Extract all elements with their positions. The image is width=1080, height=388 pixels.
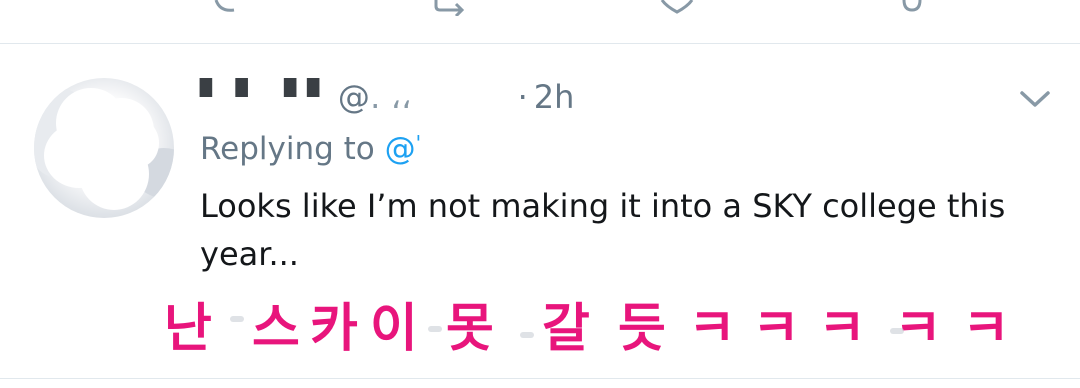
replying-to-label: Replying to xyxy=(200,131,375,167)
subtitle-char: ㅋ xyxy=(688,299,736,359)
tweet-timestamp[interactable]: 2h xyxy=(534,78,575,116)
subtitle-char: 듯 xyxy=(618,299,666,359)
reply-icon[interactable] xyxy=(212,0,252,16)
replying-to-handle-obscured: ' xyxy=(415,131,422,155)
subtitle-outline-speck xyxy=(230,316,244,322)
subtitle-outline-speck xyxy=(428,326,442,332)
tweet-divider-top xyxy=(0,43,1080,44)
avatar[interactable] xyxy=(34,78,174,218)
handle-obscured[interactable]: ․ ،، xyxy=(370,78,422,116)
like-icon[interactable] xyxy=(660,0,694,16)
subtitle-char: 이 xyxy=(370,299,418,359)
handle-prefix[interactable]: @ xyxy=(338,78,370,116)
translation-subtitle: 난 스 카 이 못 갈 듯 ㅋ ㅋ ㅋ ㅋ ㅋ xyxy=(160,286,1060,359)
replying-to-handle[interactable]: @ xyxy=(385,131,416,167)
previous-tweet-action-bar xyxy=(0,0,1080,44)
tweet-header: ▘ ▘ ▝ ▘ @․ ،، · 2h xyxy=(200,78,574,122)
subtitle-char: 갈 xyxy=(542,299,590,359)
subtitle-char: 난 xyxy=(164,299,212,359)
subtitle-char: 못 xyxy=(446,299,494,359)
subtitle-char: 카 xyxy=(310,299,358,359)
replying-to: Replying to @' xyxy=(200,131,421,167)
chevron-down-icon[interactable] xyxy=(1018,88,1052,110)
subtitle-char: 스 xyxy=(252,299,300,359)
subtitle-char: ㅋ xyxy=(894,299,942,359)
tweet-divider-bottom xyxy=(0,378,1080,379)
header-separator: · xyxy=(517,78,528,116)
subtitle-outline-speck xyxy=(520,332,534,338)
tweet-text: Looks like I’m not making it into a SKY … xyxy=(200,187,1006,273)
subtitle-char: ㅋ xyxy=(752,299,800,359)
share-icon[interactable] xyxy=(900,0,924,16)
subtitle-char: ㅋ xyxy=(818,299,866,359)
subtitle-char: ㅋ xyxy=(962,299,1010,359)
subtitle-outline-speck xyxy=(890,328,904,334)
retweet-icon[interactable] xyxy=(432,0,476,16)
display-name-obscured[interactable]: ▘ ▘ ▝ ▘ xyxy=(200,78,332,116)
